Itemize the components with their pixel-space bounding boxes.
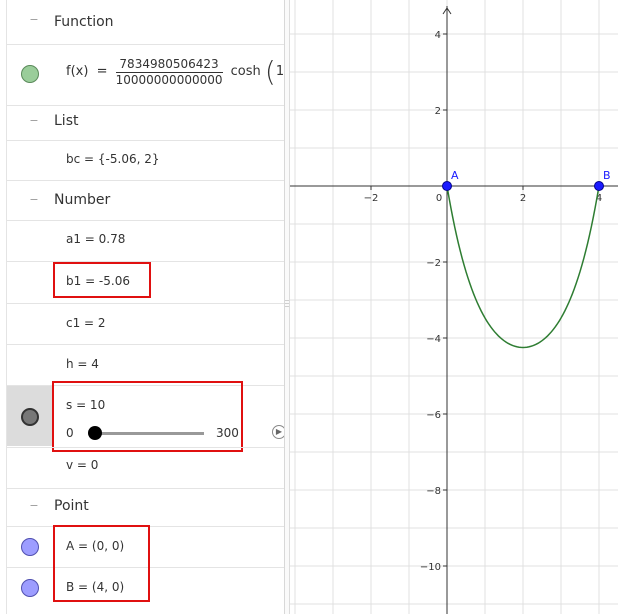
function-lhs: f(x) (66, 64, 89, 79)
y-tick-label: −6 (426, 410, 441, 421)
visibility-marble-icon[interactable] (21, 579, 39, 597)
fraction-numerator: 7834980506423 (115, 57, 223, 73)
section-label-number: Number (54, 192, 111, 208)
divider-grip (285, 300, 289, 301)
cosh-function: cosh (230, 64, 261, 79)
collapse-icon[interactable]: − (28, 14, 40, 26)
points[interactable]: AB (442, 169, 611, 191)
separator (6, 180, 284, 181)
separator (6, 140, 284, 141)
x-tick-label: −2 (364, 193, 379, 204)
grid (290, 0, 618, 614)
separator (6, 303, 284, 304)
visibility-marble-icon[interactable] (21, 408, 39, 426)
point-label-A: A (451, 169, 459, 182)
open-paren: ( (264, 55, 276, 88)
separator (6, 447, 284, 448)
point-A[interactable] (442, 181, 452, 191)
separator (6, 488, 284, 489)
algebra-view: − Function f(x) = 7834980506423 10000000… (0, 0, 284, 614)
function-expression[interactable]: f(x) = 7834980506423 10000000000000 cosh… (66, 55, 284, 88)
section-header-function[interactable]: − Function (0, 14, 284, 44)
visibility-marble-icon[interactable] (21, 538, 39, 556)
tick-labels: −2 0 2 442−2−4−6−8−10 (364, 30, 603, 573)
collapse-icon[interactable]: − (28, 500, 40, 512)
highlight-box-points (53, 525, 150, 602)
number-row-c1[interactable]: c1 = 2 (66, 316, 106, 330)
section-header-list[interactable]: − List (0, 113, 284, 139)
fraction: 7834980506423 10000000000000 (115, 57, 223, 87)
point-label-B: B (603, 169, 611, 182)
axes (290, 6, 618, 614)
y-tick-label: −8 (426, 486, 441, 497)
point-B[interactable] (594, 181, 604, 191)
section-header-point[interactable]: − Point (0, 498, 284, 524)
section-label-point: Point (54, 498, 89, 514)
section-label-function: Function (54, 14, 114, 30)
highlight-box-b1 (53, 262, 151, 298)
section-label-list: List (54, 113, 79, 129)
list-row-bc[interactable]: bc = {-5.06, 2} (66, 152, 159, 166)
y-tick-label: −2 (426, 258, 441, 269)
highlight-box-s (52, 381, 243, 452)
number-row-a1[interactable]: a1 = 0.78 (66, 232, 125, 246)
play-animation-icon[interactable]: ▶ (272, 425, 284, 439)
collapse-icon[interactable]: − (28, 115, 40, 127)
divider-grip (285, 306, 289, 307)
separator (6, 344, 284, 345)
fraction-denominator: 10000000000000 (115, 72, 223, 87)
separator (6, 220, 284, 221)
function-row[interactable]: f(x) = 7834980506423 10000000000000 cosh… (0, 45, 284, 105)
visibility-marble-icon[interactable] (21, 65, 39, 83)
y-tick-label: 2 (435, 106, 441, 117)
number-row-v[interactable]: v = 0 (66, 458, 98, 472)
section-header-number[interactable]: − Number (0, 192, 284, 218)
separator (6, 105, 284, 106)
y-tick-label: −10 (420, 562, 441, 573)
collapse-icon[interactable]: − (28, 194, 40, 206)
x-tick-label: 0 (436, 193, 442, 204)
function-argument: 100 (275, 64, 284, 79)
divider-grip (285, 303, 289, 304)
number-row-h[interactable]: h = 4 (66, 357, 99, 371)
x-tick-label: 2 (520, 193, 526, 204)
graphics-view[interactable]: −2 0 2 442−2−4−6−8−10 AB (290, 0, 618, 614)
y-tick-label: 4 (435, 30, 441, 41)
equals-sign: = (96, 64, 108, 79)
y-tick-label: −4 (426, 334, 441, 345)
